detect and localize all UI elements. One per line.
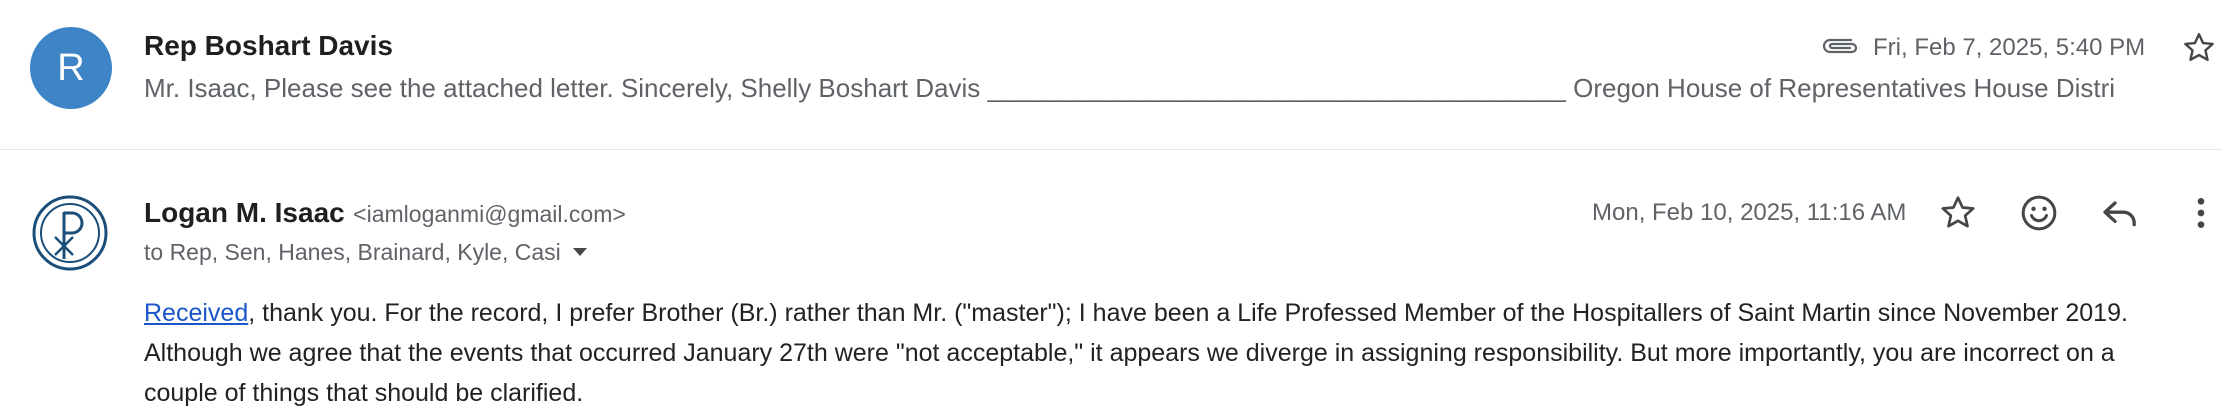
emoji-icon[interactable] [2019,193,2059,233]
more-vert-icon[interactable] [2181,193,2221,233]
sender-line: Logan M. Isaac <iamloganmi@gmail.com> [144,197,626,229]
sender-email: <iamloganmi@gmail.com> [353,201,626,227]
avatar: R [30,27,112,109]
email-thread: R Rep Boshart Davis Mr. Isaac, Please se… [0,0,2222,410]
star-icon[interactable] [1938,193,1978,233]
sender-name: Rep Boshart Davis [144,30,393,61]
sender-name[interactable]: Logan M. Isaac [144,197,345,228]
message-date: Fri, Feb 7, 2025, 5:40 PM [1873,34,2146,61]
paperclip-icon [1822,38,1858,54]
received-link[interactable]: Received [144,299,248,327]
message-divider [0,149,2222,150]
message-date: Mon, Feb 10, 2025, 11:16 AM [1592,199,1907,226]
recipients-label: to Rep, Sen, Hanes, Brainard, Kyle, Casi [144,239,561,265]
message-body-text: , thank you. For the record, I prefer Br… [144,299,2128,407]
reply-icon[interactable] [2100,193,2140,233]
message-snippet: Mr. Isaac, Please see the attached lette… [144,73,2116,103]
chi-rho-logo [32,195,108,271]
star-icon[interactable] [2181,30,2217,66]
chevron-down-icon [572,247,587,256]
message-body: Received, thank you. For the record, I p… [144,293,2184,410]
collapsed-message[interactable]: R Rep Boshart Davis Mr. Isaac, Please se… [0,0,2222,150]
recipients-dropdown[interactable]: to Rep, Sen, Hanes, Brainard, Kyle, Casi [144,239,587,266]
